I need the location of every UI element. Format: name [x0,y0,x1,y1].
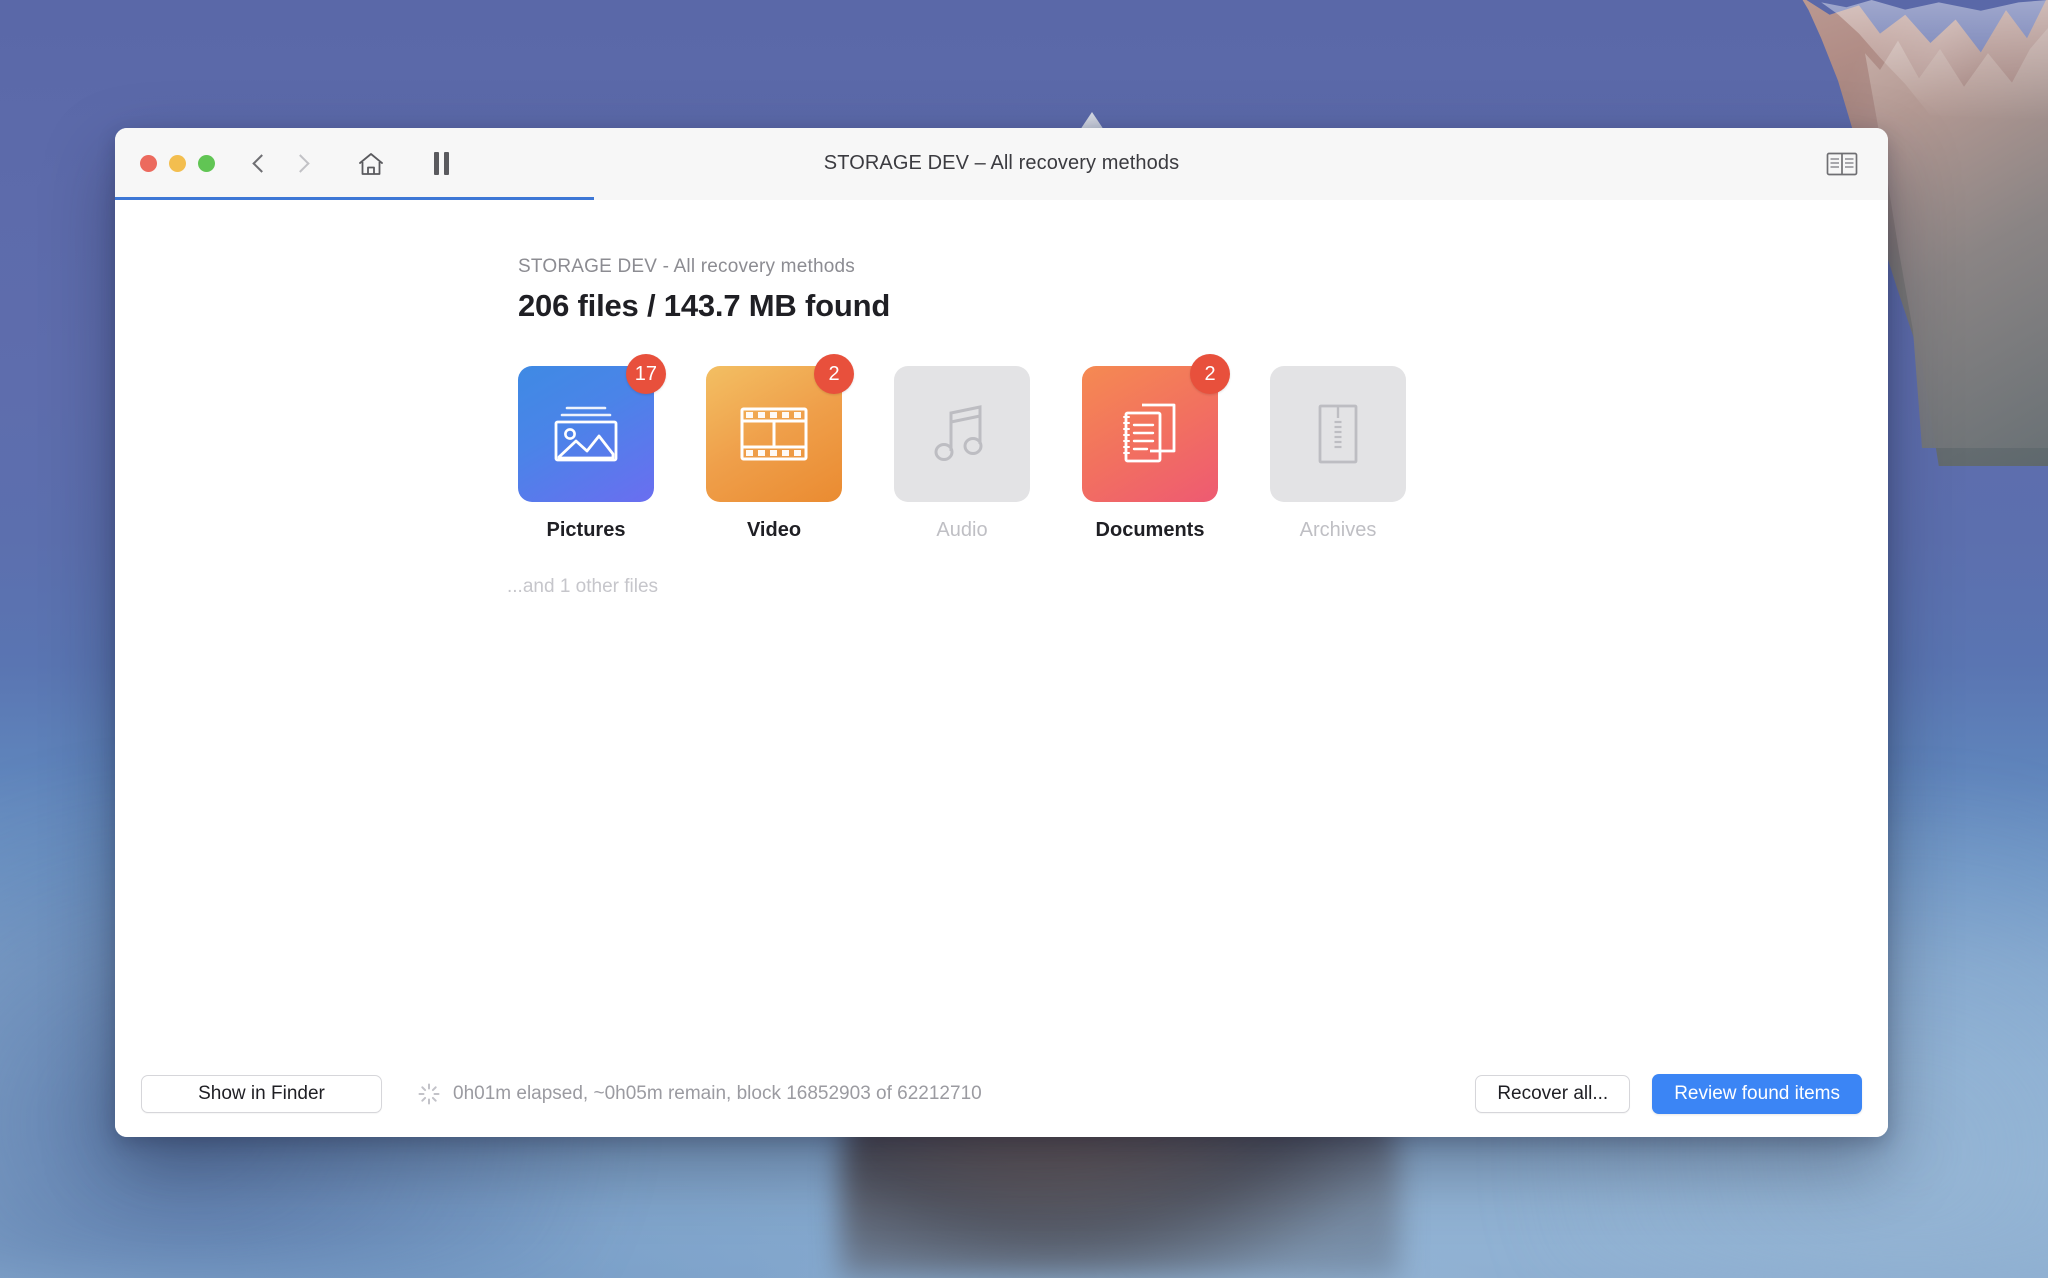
window-footer: Show in Finder 0h01m elapsed, ~0h05m rem… [115,1051,1888,1137]
pause-bar-left [434,152,439,175]
spinner-icon [418,1083,440,1105]
recover-all-button[interactable]: Recover all... [1475,1075,1631,1113]
main-content: STORAGE DEV - All recovery methods 206 f… [115,200,1888,1051]
file-category-tiles: 17 Pictures 2 Video Audio 2 Documents Ar… [115,354,1888,542]
tile-archives: Archives [1270,366,1406,542]
image-icon [554,406,618,462]
show-in-finder-button[interactable]: Show in Finder [141,1075,382,1113]
tile-archives-box [1270,366,1406,502]
tile-documents[interactable]: 2 Documents [1082,354,1230,542]
content-header: STORAGE DEV - All recovery methods 206 f… [115,256,1888,324]
tile-video-label: Video [746,519,802,541]
desktop-wallpaper: STORAGE DEV – All recovery methods STORA… [0,0,2048,1278]
film-icon [740,407,808,461]
tile-video-badge: 2 [814,354,854,394]
tile-documents-badge: 2 [1190,354,1230,394]
window-toolbar: STORAGE DEV – All recovery methods [115,128,1888,203]
documents-icon [1123,403,1176,463]
music-icon [934,405,983,461]
tile-audio: Audio [894,366,1030,542]
other-files-note: ...and 1 other files [507,576,659,597]
scan-status: 0h01m elapsed, ~0h05m remain, block 1685… [418,1083,982,1105]
archive-icon [1318,404,1358,464]
tile-audio-label: Audio [936,519,988,541]
tile-pictures-label: Pictures [546,519,626,541]
tile-audio-box [894,366,1030,502]
navigation-buttons [252,153,308,175]
tile-documents-box[interactable]: 2 [1082,354,1230,502]
tile-pictures-badge: 17 [625,354,666,394]
app-window: STORAGE DEV – All recovery methods STORA… [115,128,1888,1137]
zoom-button[interactable] [198,155,215,172]
close-button[interactable] [140,155,157,172]
tile-video[interactable]: 2 Video [706,354,854,542]
tile-archives-label: Archives [1299,519,1377,541]
tile-video-box[interactable]: 2 [706,354,854,502]
tile-pictures[interactable]: 17 Pictures [518,354,666,542]
footer-actions: Recover all... Review found items [1475,1074,1862,1114]
traffic-lights [140,155,215,172]
scan-status-text: 0h01m elapsed, ~0h05m remain, block 1685… [453,1083,982,1104]
scan-source-label: STORAGE DEV - All recovery methods [518,256,855,277]
forward-chevron-icon[interactable] [294,153,308,175]
log-book-icon[interactable] [1826,151,1858,177]
minimize-button[interactable] [169,155,186,172]
review-found-items-button[interactable]: Review found items [1652,1074,1862,1114]
pause-icon[interactable] [434,152,449,175]
back-chevron-icon[interactable] [252,153,266,175]
home-icon[interactable] [356,150,386,178]
tile-pictures-box[interactable]: 17 [518,354,666,502]
found-summary-heading: 206 files / 143.7 MB found [518,288,891,323]
pause-bar-right [444,152,449,175]
tile-documents-label: Documents [1095,519,1205,541]
